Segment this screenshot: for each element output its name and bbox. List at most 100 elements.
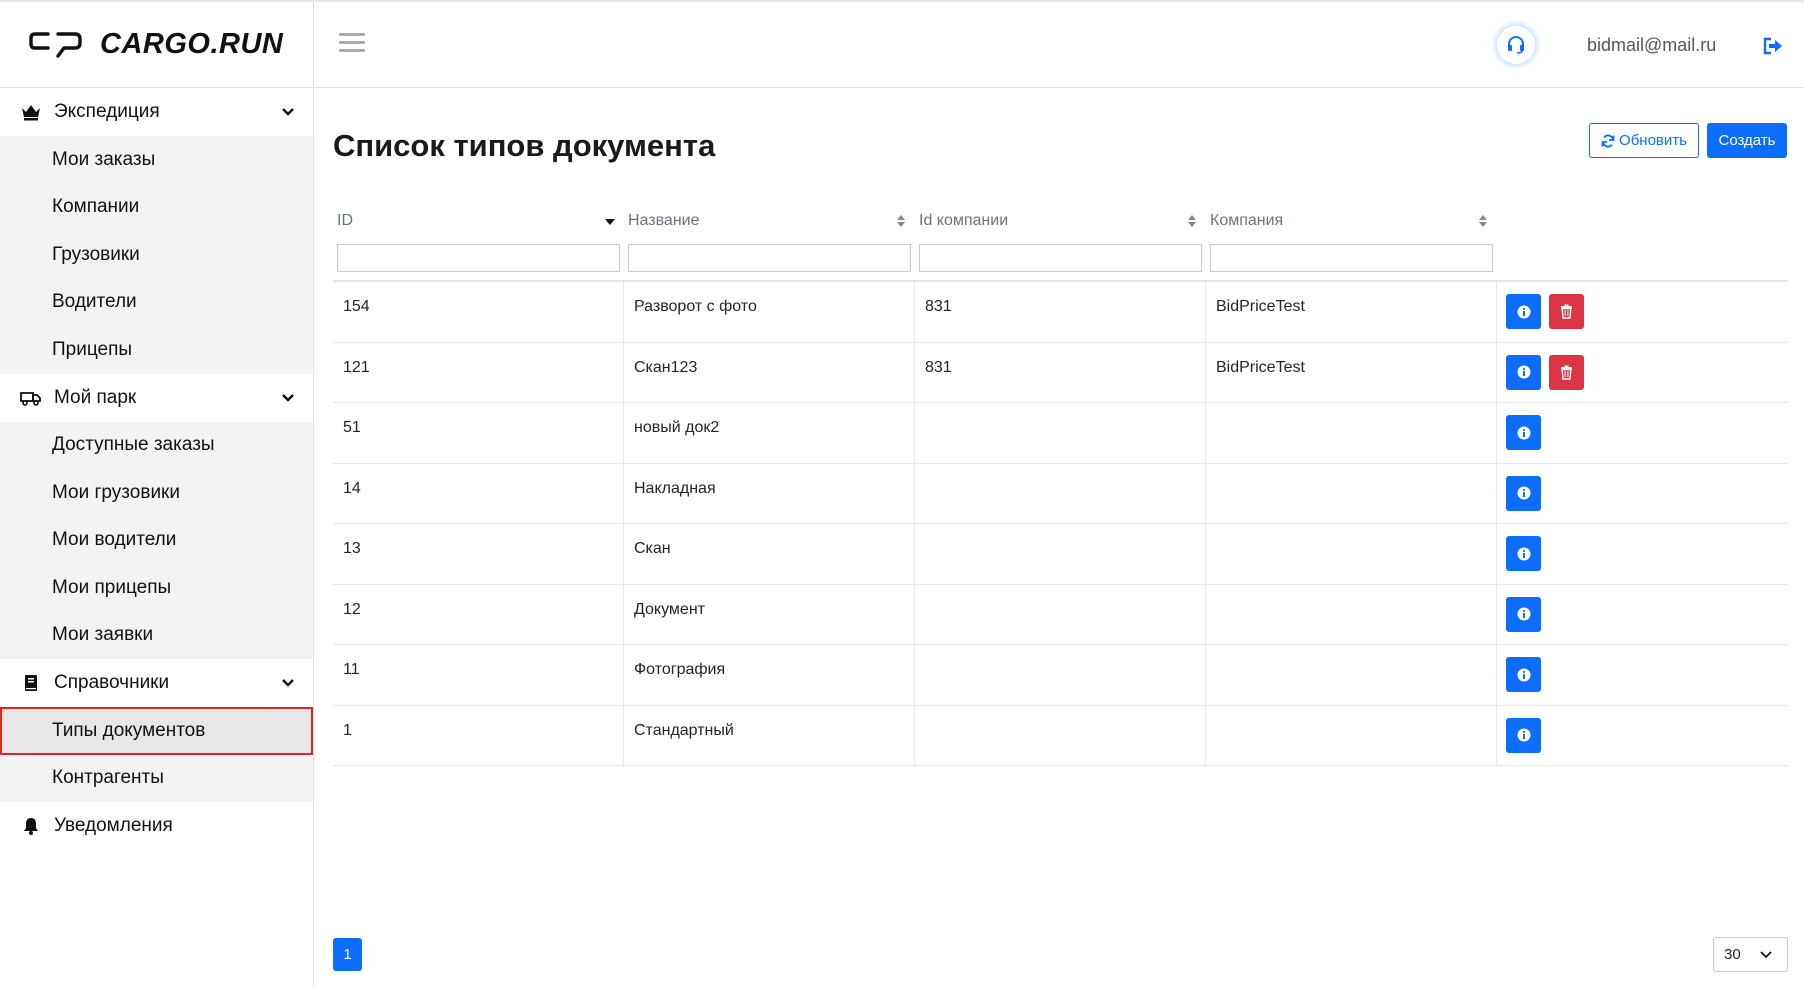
table-row[interactable]: 121 Скан123 831 BidPriceTest	[333, 342, 1788, 403]
table-cell-actions	[1497, 706, 1788, 766]
filter-name-input[interactable]	[628, 244, 911, 272]
filter-company-id-input[interactable]	[919, 244, 1202, 272]
delete-button[interactable]	[1549, 354, 1584, 390]
info-button[interactable]	[1506, 536, 1541, 571]
nav-group-expedition[interactable]: Экспедиция	[0, 88, 313, 136]
table-cell-actions	[1497, 524, 1788, 584]
sidebar-item-my-trailers[interactable]: Мои прицепы	[0, 564, 313, 612]
table-cell-name: Фотография	[624, 645, 915, 705]
column-header-id[interactable]: ID	[333, 206, 624, 236]
sidebar-item-document-types[interactable]: Типы документов	[0, 707, 313, 755]
chevron-down-icon[interactable]	[279, 389, 297, 407]
create-button[interactable]: Создать	[1707, 123, 1787, 158]
table-cell-id: 12	[333, 584, 624, 644]
table-cell-id: 14	[333, 463, 624, 523]
info-button[interactable]	[1506, 415, 1541, 450]
chevron-down-icon[interactable]	[279, 674, 297, 692]
filter-id-input[interactable]	[337, 244, 620, 272]
table-row[interactable]: 51 новый док2	[333, 403, 1788, 464]
column-label: Id компании	[919, 212, 1009, 229]
brand-name: CARGO.RUN	[100, 28, 284, 60]
table-cell-id: 11	[333, 645, 624, 705]
nav-group-references[interactable]: Справочники	[0, 659, 313, 707]
table-cell-company-id	[915, 463, 1206, 523]
nav-group-my-fleet[interactable]: Мой парк	[0, 374, 313, 422]
sidebar-item-available-orders[interactable]: Доступные заказы	[0, 421, 313, 469]
sidebar-item-trucks[interactable]: Грузовики	[0, 231, 313, 279]
table-cell-actions	[1497, 464, 1788, 524]
info-button[interactable]	[1506, 717, 1541, 753]
table-cell-company: BidPriceTest	[1206, 282, 1497, 342]
info-button[interactable]	[1506, 657, 1541, 692]
table-row[interactable]: 13 Скан	[333, 524, 1788, 585]
table-cell-company-id	[915, 584, 1206, 644]
sidebar-item-trailers[interactable]: Прицепы	[0, 326, 313, 374]
table-cell-name: Документ	[624, 584, 915, 644]
sidebar-item-counterparties[interactable]: Контрагенты	[0, 754, 313, 802]
table-row[interactable]: 14 Накладная	[333, 463, 1788, 524]
info-button[interactable]	[1506, 596, 1541, 632]
support-headset-icon[interactable]	[1497, 26, 1535, 64]
table-cell-name: новый док2	[624, 403, 915, 463]
table-row[interactable]: 154 Разворот с фото 831 BidPriceTest	[333, 282, 1788, 343]
filter-company-input[interactable]	[1210, 244, 1493, 272]
chevron-down-icon	[1760, 951, 1772, 959]
nav-group-label: Экспедиция	[54, 101, 160, 122]
table-cell-company-id: 831	[915, 342, 1206, 402]
pagination-page-button[interactable]: 1	[333, 938, 362, 971]
refresh-label: Обновить	[1619, 132, 1687, 149]
nav-group-notifications[interactable]: Уведомления	[0, 802, 313, 850]
table-cell-company	[1206, 463, 1497, 523]
info-button[interactable]	[1506, 354, 1541, 390]
user-email[interactable]: bidmail@mail.ru	[1587, 35, 1716, 56]
table-row[interactable]: 11 Фотография	[333, 645, 1788, 706]
column-header-name[interactable]: Название	[624, 206, 915, 236]
chevron-down-icon[interactable]	[279, 103, 297, 121]
table-cell-id: 121	[333, 342, 624, 402]
column-header-company-id[interactable]: Id компании	[915, 206, 1206, 236]
table-cell-id: 154	[333, 282, 624, 342]
table-cell-company: BidPriceTest	[1206, 342, 1497, 402]
trash-icon	[1561, 304, 1572, 319]
sidebar-item-my-orders[interactable]: Мои заказы	[0, 136, 313, 184]
table-cell-name: Накладная	[624, 463, 915, 523]
logout-icon[interactable]	[1762, 35, 1784, 57]
filter-row	[333, 236, 1788, 282]
table-row[interactable]: 12 Документ	[333, 584, 1788, 645]
table-cell-actions	[1497, 343, 1788, 403]
table-cell-company	[1206, 584, 1497, 644]
sidebar-nav: Экспедиция Мои заказы Компании Грузовики…	[0, 88, 313, 850]
table-cell-company	[1206, 705, 1497, 765]
table-header: ID Название Id компании Компания	[333, 200, 1788, 236]
column-header-company[interactable]: Компания	[1206, 206, 1497, 236]
sort-icon	[897, 215, 905, 227]
table-cell-id: 1	[333, 705, 624, 765]
table-cell-company-id	[915, 403, 1206, 463]
page-size-value: 30	[1724, 946, 1741, 963]
sidebar-item-my-trucks[interactable]: Мои грузовики	[0, 469, 313, 517]
sidebar-item-my-drivers[interactable]: Мои водители	[0, 516, 313, 564]
refresh-button[interactable]: Обновить	[1589, 123, 1699, 158]
sidebar-item-companies[interactable]: Компании	[0, 183, 313, 231]
page-size-select[interactable]: 30	[1713, 937, 1788, 972]
menu-toggle-icon[interactable]	[339, 33, 365, 55]
logo[interactable]: CARGO.RUN	[0, 2, 313, 88]
sort-desc-icon	[605, 219, 615, 225]
document-types-table: ID Название Id компании Компания 154 Разв…	[333, 200, 1788, 766]
delete-button[interactable]	[1549, 294, 1584, 329]
table-cell-company	[1206, 524, 1497, 584]
nav-group-label: Мой парк	[54, 386, 137, 408]
info-icon	[1517, 668, 1530, 681]
info-button[interactable]	[1506, 294, 1541, 329]
table-body: 154 Разворот с фото 831 BidPriceTest 121 Скан…	[333, 282, 1788, 766]
column-label: Компания	[1210, 212, 1284, 229]
nav-group-label: Справочники	[54, 672, 170, 693]
info-button[interactable]	[1506, 475, 1541, 511]
refresh-icon	[1601, 134, 1615, 147]
table-row[interactable]: 1 Стандартный	[333, 705, 1788, 766]
topbar: bidmail@mail.ru	[315, 0, 1804, 88]
info-icon	[1517, 486, 1530, 500]
sidebar-item-my-requests[interactable]: Мои заявки	[0, 611, 313, 659]
truck-icon	[20, 387, 42, 409]
sidebar-item-drivers[interactable]: Водители	[0, 278, 313, 326]
